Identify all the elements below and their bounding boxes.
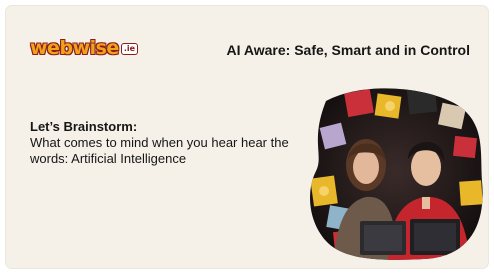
logo-domain-badge: .ie xyxy=(120,42,139,55)
slide: webwise .ie AI Aware: Safe, Smart and in… xyxy=(6,6,488,268)
logo-wordmark: webwise xyxy=(30,37,119,59)
brainstorm-question: What comes to mind when you hear hear th… xyxy=(30,135,289,166)
laptops xyxy=(360,219,460,255)
students-photo xyxy=(310,88,483,260)
slide-title: AI Aware: Safe, Smart and in Control xyxy=(226,42,471,58)
brainstorm-prompt: Let’s Brainstorm: What comes to mind whe… xyxy=(30,119,290,167)
webwise-logo: webwise .ie xyxy=(30,37,139,59)
brainstorm-heading: Let’s Brainstorm: xyxy=(30,119,138,134)
